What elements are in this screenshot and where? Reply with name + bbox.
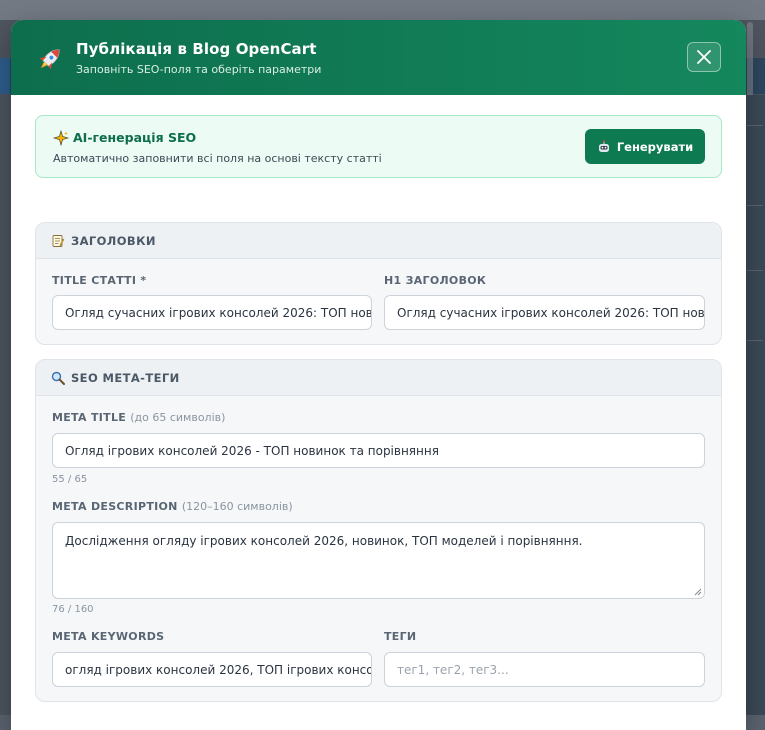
article-title-input[interactable]: Огляд сучасних ігрових консолей 2026: ТО… bbox=[52, 295, 372, 330]
modal-title: Публікація в Blog OpenCart bbox=[76, 40, 317, 58]
seo-section-header: SEO МЕТА-ТЕГИ bbox=[36, 360, 721, 396]
generate-button[interactable]: Генерувати bbox=[585, 129, 705, 164]
meta-keywords-input[interactable]: огляд ігрових консолей 2026, ТОП ігрових… bbox=[52, 652, 372, 687]
ai-generation-panel: AI-генерація SEO Автоматично заповнити в… bbox=[35, 115, 722, 178]
memo-icon bbox=[52, 234, 65, 247]
h1-input[interactable]: Огляд сучасних ігрових консолей 2026: ТО… bbox=[384, 295, 705, 330]
magnifier-icon bbox=[51, 371, 65, 385]
sparkle-icon bbox=[53, 130, 69, 146]
generate-button-label: Генерувати bbox=[616, 139, 694, 154]
h1-label: H1 ЗАГОЛОВОК bbox=[384, 274, 487, 287]
title-label: TITLE СТАТТІ * bbox=[52, 274, 147, 287]
publish-modal: Публікація в Blog OpenCart Заповніть SEO… bbox=[11, 20, 746, 730]
background-accent bbox=[0, 58, 10, 94]
ai-subtitle: Автоматично заповнити всі поля на основі… bbox=[53, 152, 382, 165]
ai-title: AI-генерація SEO bbox=[73, 130, 197, 145]
headings-section: ЗАГОЛОВКИ TITLE СТАТТІ * Огляд сучасних … bbox=[35, 222, 722, 345]
close-icon bbox=[697, 50, 711, 64]
meta-description-textarea[interactable]: Дослідження огляду ігрових консолей 2026… bbox=[52, 522, 705, 599]
seo-section-title: SEO МЕТА-ТЕГИ bbox=[71, 370, 180, 385]
modal-body: AI-генерація SEO Автоматично заповнити в… bbox=[11, 95, 746, 730]
meta-description-hint: (120–160 символів) bbox=[181, 500, 293, 513]
meta-keywords-label: META KEYWORDS bbox=[52, 630, 165, 643]
tags-label: ТЕГИ bbox=[384, 630, 417, 643]
seo-meta-section: SEO МЕТА-ТЕГИ META TITLE (до 65 символів… bbox=[35, 359, 722, 702]
rocket-icon bbox=[39, 49, 60, 70]
close-button[interactable] bbox=[687, 42, 721, 72]
meta-description-label: META DESCRIPTION (120–160 символів) bbox=[52, 500, 293, 513]
modal-subtitle: Заповніть SEO-поля та оберіть параметри bbox=[76, 63, 322, 76]
headings-section-header: ЗАГОЛОВКИ bbox=[36, 223, 721, 259]
headings-section-title: ЗАГОЛОВКИ bbox=[71, 233, 156, 248]
meta-title-input[interactable]: Огляд ігрових консолей 2026 - ТОП новино… bbox=[52, 433, 705, 468]
background-side-panel bbox=[743, 95, 765, 715]
meta-description-text: Дослідження огляду ігрових консолей 2026… bbox=[65, 534, 583, 548]
modal-header: Публікація в Blog OpenCart Заповніть SEO… bbox=[11, 20, 746, 95]
background-toolbar bbox=[0, 0, 765, 20]
meta-title-hint: (до 65 символів) bbox=[130, 411, 226, 424]
meta-title-counter: 55 / 65 bbox=[52, 474, 88, 485]
meta-description-counter: 76 / 160 bbox=[52, 604, 94, 615]
meta-title-label: META TITLE (до 65 символів) bbox=[52, 411, 226, 424]
robot-icon bbox=[598, 139, 609, 152]
tags-input[interactable]: тег1, тег2, тег3... bbox=[384, 652, 705, 687]
resize-handle-icon[interactable] bbox=[694, 588, 702, 596]
